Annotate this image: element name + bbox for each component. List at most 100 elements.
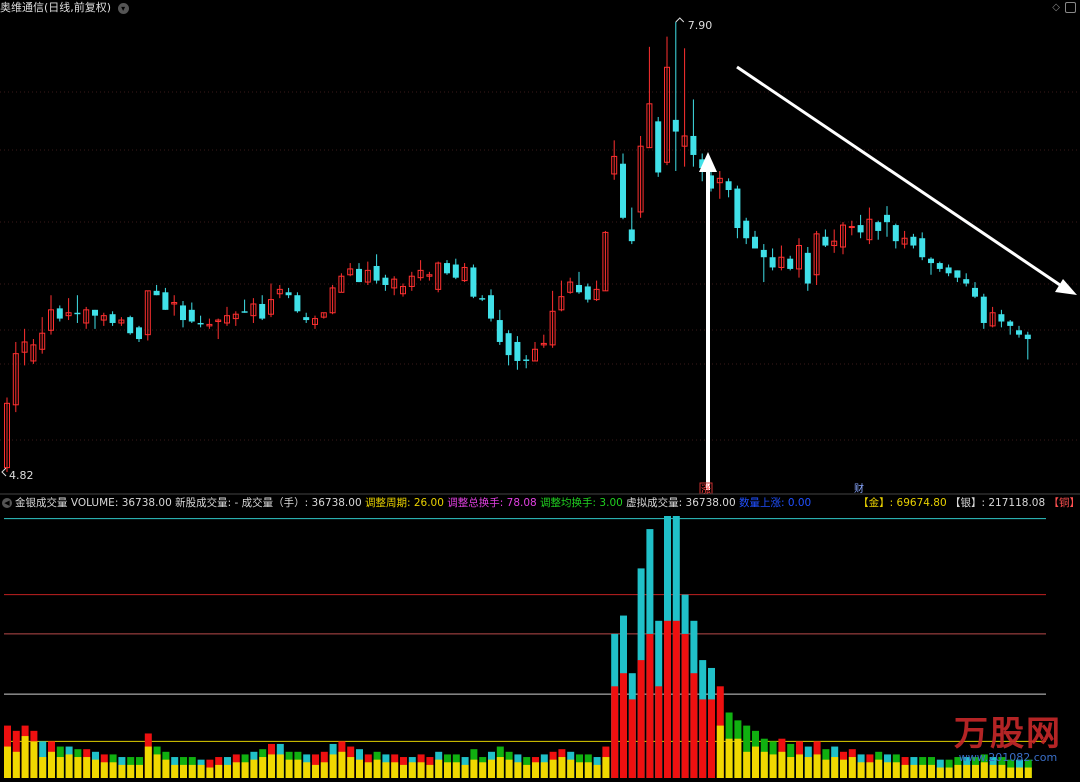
volume-bar-inner bbox=[100, 762, 108, 778]
candle-body bbox=[523, 359, 530, 361]
volume-bar-inner bbox=[540, 762, 548, 778]
volume-bar-inner bbox=[928, 764, 935, 778]
volume-bar-inner bbox=[708, 699, 715, 778]
cai-marker: 财 bbox=[854, 482, 864, 495]
volume-bar-inner bbox=[532, 762, 539, 778]
volume-bar-inner bbox=[65, 754, 73, 778]
volume-bar-inner bbox=[496, 757, 504, 778]
volume-bar-inner bbox=[628, 699, 636, 778]
candle-body bbox=[136, 327, 142, 340]
arrow-down-head bbox=[1055, 279, 1077, 295]
volume-bar-inner bbox=[364, 762, 372, 778]
volume-bar-inner bbox=[268, 754, 275, 778]
chart-mode: (日线,前复权) bbox=[44, 1, 112, 14]
volume-bar-inner bbox=[83, 757, 91, 778]
candle-body bbox=[470, 267, 477, 297]
candle-body bbox=[725, 181, 732, 191]
volume-bar-inner bbox=[232, 762, 240, 778]
adjust-total-turnover: 调整总换手: 78.08 bbox=[447, 497, 537, 509]
candle-body bbox=[452, 264, 459, 278]
volume-bar-inner bbox=[672, 620, 680, 778]
candle-body bbox=[505, 333, 512, 356]
volume-hand: 成交量（手）: 36738.00 bbox=[241, 497, 362, 509]
volume-bar-inner bbox=[4, 746, 11, 778]
candle-body bbox=[954, 270, 961, 278]
volume-bar-inner bbox=[514, 762, 522, 778]
volume-bar-inner bbox=[215, 764, 223, 778]
candle-body bbox=[743, 220, 750, 239]
diamond-icon[interactable]: ◇ bbox=[1052, 2, 1060, 13]
volume-bar-inner bbox=[276, 754, 284, 778]
volume-bar-inner bbox=[162, 759, 170, 778]
watermark: 万股网 www.201082.com bbox=[954, 706, 1062, 764]
volume-bar-inner bbox=[549, 759, 557, 778]
copper-label: 【铜】 bbox=[1048, 497, 1080, 509]
new-stock-volume: 新股成交量: - bbox=[175, 497, 239, 509]
arrow-down-line bbox=[736, 65, 1061, 287]
kline-chart[interactable]: 7.904.82涨财 bbox=[0, 0, 1080, 782]
candle-body bbox=[162, 292, 169, 310]
volume-bar-inner bbox=[224, 764, 231, 778]
chevron-left-icon[interactable]: ◀ bbox=[2, 498, 12, 508]
volume-bar-inner bbox=[980, 762, 988, 778]
candle-body bbox=[919, 238, 926, 258]
volume-bar-inner bbox=[954, 764, 962, 778]
low-price-label: 4.82 bbox=[9, 469, 34, 482]
volume-bar-inner bbox=[576, 762, 583, 778]
candle-body bbox=[127, 317, 134, 334]
volume-bar-inner bbox=[998, 764, 1006, 778]
adjust-period: 调整周期: 26.00 bbox=[364, 497, 444, 509]
candle-body bbox=[769, 257, 776, 268]
volume-bar-inner bbox=[734, 738, 742, 778]
indicator-name[interactable]: 金银成交量 bbox=[15, 497, 68, 509]
candle-body bbox=[514, 341, 521, 361]
volume-bar-inner bbox=[118, 764, 126, 778]
volume-bar-inner bbox=[408, 762, 416, 778]
volume-bar-inner bbox=[972, 764, 979, 778]
volume-bar-inner bbox=[197, 764, 205, 778]
gold-value: 【金】: 69674.80 bbox=[858, 497, 947, 509]
candle-body bbox=[56, 308, 63, 319]
candle-body bbox=[760, 249, 767, 258]
candle-body bbox=[690, 135, 697, 155]
candle-body bbox=[620, 163, 626, 218]
candle-body bbox=[848, 226, 855, 229]
candle-body bbox=[109, 314, 116, 323]
volume-bar-inner bbox=[901, 764, 909, 778]
candle-body bbox=[180, 305, 186, 321]
volume-bar-inner bbox=[857, 762, 865, 778]
volume-bar-inner bbox=[875, 759, 883, 778]
candle-body bbox=[628, 229, 635, 242]
chevron-down-icon[interactable]: ▾ bbox=[117, 2, 129, 14]
volume-bar-inner bbox=[866, 762, 874, 778]
volume-bar-inner bbox=[840, 759, 847, 778]
volume-bar-inner bbox=[989, 764, 997, 778]
volume-bar-inner bbox=[92, 759, 99, 778]
candle-body bbox=[285, 292, 292, 296]
adjust-avg-turnover: 调整均换手: 3.00 bbox=[540, 497, 623, 509]
candle-body bbox=[892, 225, 899, 242]
candle-body bbox=[488, 295, 494, 319]
high-price-label: 7.90 bbox=[688, 19, 713, 32]
candle-body bbox=[382, 277, 389, 285]
volume-bar-inner bbox=[259, 757, 267, 778]
volume-bar-inner bbox=[488, 759, 495, 778]
volume-bar-inner bbox=[400, 764, 407, 778]
volume-bar-inner bbox=[21, 736, 29, 778]
volume-bar-inner bbox=[725, 738, 733, 778]
candle-body bbox=[945, 267, 952, 274]
volume-bar-inner bbox=[417, 762, 425, 778]
volume-bar-inner bbox=[804, 757, 812, 778]
candle-body bbox=[294, 295, 301, 312]
volume-bar-inner bbox=[479, 762, 487, 778]
volume-bar-inner bbox=[153, 754, 161, 778]
candle-body bbox=[857, 225, 864, 233]
candle-body bbox=[373, 265, 380, 281]
volume-bar-inner bbox=[752, 746, 759, 778]
volume-bar-inner bbox=[699, 699, 707, 778]
volume-bar-inner bbox=[373, 759, 381, 778]
volume-bar-inner bbox=[681, 633, 689, 778]
restore-window-icon[interactable] bbox=[1065, 2, 1076, 13]
candle-body bbox=[972, 287, 978, 297]
high-pointer bbox=[675, 17, 685, 23]
